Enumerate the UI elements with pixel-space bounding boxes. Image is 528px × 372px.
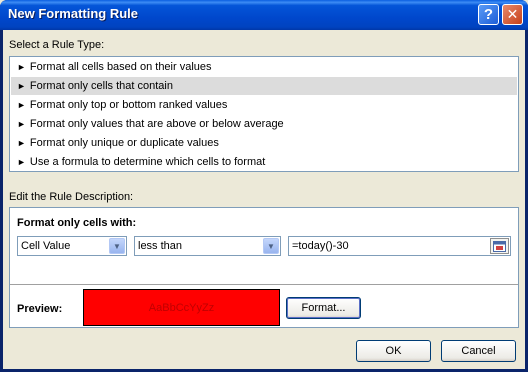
condition-source-value: Cell Value — [21, 240, 71, 252]
range-select-button[interactable] — [490, 238, 509, 254]
arrow-right-icon: ► — [17, 62, 26, 72]
ok-button[interactable]: OK — [356, 340, 431, 362]
chevron-down-icon[interactable]: ▼ — [109, 238, 125, 254]
format-only-cells-label: Format only cells with: — [17, 217, 137, 229]
range-select-icon — [493, 240, 506, 252]
arrow-right-icon: ► — [17, 157, 26, 167]
value-input-text: =today()-30 — [292, 240, 349, 252]
rule-item-label: Format only values that are above or bel… — [29, 118, 284, 130]
close-button[interactable]: ✕ — [502, 4, 523, 25]
operator-select[interactable]: less than ▼ — [134, 236, 281, 256]
rule-item-above-below-average[interactable]: ► Format only values that are above or b… — [11, 115, 517, 133]
help-icon: ? — [483, 6, 494, 23]
rule-description-panel: Format only cells with: Cell Value ▼ les… — [9, 207, 519, 328]
rule-item-label: Use a formula to determine which cells t… — [29, 156, 266, 168]
dialog-body: Select a Rule Type: ► Format all cells b… — [3, 30, 525, 369]
rule-type-label: Select a Rule Type: — [9, 39, 105, 51]
chevron-down-icon[interactable]: ▼ — [263, 238, 279, 254]
rule-item-top-bottom[interactable]: ► Format only top or bottom ranked value… — [11, 96, 517, 114]
arrow-right-icon: ► — [17, 81, 26, 91]
condition-area: Format only cells with: Cell Value ▼ les… — [10, 208, 518, 283]
rule-type-list[interactable]: ► Format all cells based on their values… — [9, 56, 519, 172]
cancel-button-label: Cancel — [461, 345, 496, 357]
edit-description-label: Edit the Rule Description: — [9, 191, 134, 203]
rule-item-cells-that-contain[interactable]: ► Format only cells that contain — [11, 77, 517, 95]
rule-item-label: Format only cells that contain — [29, 80, 173, 92]
format-button-label: Format... — [301, 302, 346, 314]
help-button[interactable]: ? — [478, 4, 499, 25]
arrow-right-icon: ► — [17, 100, 26, 110]
operator-value: less than — [138, 240, 183, 252]
title-bar[interactable]: New Formatting Rule ? ✕ — [0, 0, 528, 30]
format-button[interactable]: Format... — [286, 297, 361, 319]
rule-item-label: Format only unique or duplicate values — [29, 137, 219, 149]
preview-label: Preview: — [17, 303, 63, 315]
divider — [10, 284, 518, 285]
close-icon: ✕ — [506, 6, 519, 22]
arrow-right-icon: ► — [17, 119, 26, 129]
rule-item-all-cells[interactable]: ► Format all cells based on their values — [11, 58, 517, 76]
rule-item-unique-duplicate[interactable]: ► Format only unique or duplicate values — [11, 134, 517, 152]
rule-item-formula[interactable]: ► Use a formula to determine which cells… — [11, 153, 517, 171]
preview-sample-text: AaBbCcYyZz — [148, 301, 215, 314]
cancel-button[interactable]: Cancel — [441, 340, 516, 362]
value-input[interactable]: =today()-30 — [288, 236, 511, 256]
rule-item-label: Format only top or bottom ranked values — [29, 99, 228, 111]
dialog-title: New Formatting Rule — [8, 6, 139, 21]
ok-button-label: OK — [385, 345, 402, 357]
arrow-right-icon: ► — [17, 138, 26, 148]
rule-item-label: Format all cells based on their values — [29, 61, 212, 73]
preview-swatch: AaBbCcYyZz — [83, 289, 280, 326]
condition-source-select[interactable]: Cell Value ▼ — [17, 236, 127, 256]
dialog-window: New Formatting Rule ? ✕ Select a Rule Ty… — [0, 0, 528, 372]
